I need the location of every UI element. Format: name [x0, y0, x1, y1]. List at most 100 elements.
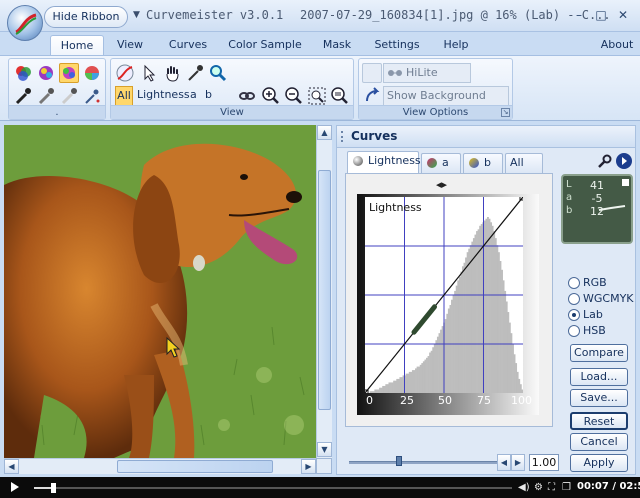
ribbon-group-label-view-options: View Options — [359, 105, 512, 119]
scroll-down-icon[interactable]: ▼ — [317, 442, 332, 457]
image-viewport[interactable] — [4, 125, 316, 458]
close-button[interactable]: ✕ — [614, 6, 632, 24]
curve-editor[interactable]: Lightness 0 25 50 75 100 — [357, 193, 539, 415]
volume-icon[interactable]: ◀) — [518, 482, 530, 493]
tab-color-sample[interactable]: Color Sample — [228, 35, 302, 56]
curve-logo-icon — [15, 13, 37, 35]
mode-lab-radio[interactable]: Lab — [567, 308, 603, 323]
eyedropper-icon[interactable] — [185, 63, 205, 83]
image-vertical-scrollbar[interactable]: ▲ ▼ — [316, 125, 332, 458]
reset-button[interactable]: Reset — [570, 412, 628, 430]
curve-tab-all[interactable]: All — [505, 153, 543, 173]
scroll-up-icon[interactable]: ▲ — [317, 125, 332, 140]
about-link[interactable]: About — [598, 35, 636, 56]
channel-all-button[interactable]: All — [115, 86, 133, 106]
zoom-actual-icon[interactable] — [330, 86, 350, 106]
panel-menu-arrow-icon[interactable] — [616, 153, 632, 169]
link-channels-icon[interactable] — [237, 86, 257, 106]
curve-tab-a[interactable]: a — [421, 153, 461, 173]
quick-access-dropdown-icon[interactable]: ▼ — [133, 10, 140, 20]
horizontal-scroll-thumb[interactable] — [117, 460, 273, 473]
scroll-right-icon[interactable]: ▶ — [301, 459, 316, 474]
color-mix-icon[interactable] — [36, 63, 56, 83]
readout-label-l: L — [566, 179, 572, 190]
tab-home[interactable]: Home — [50, 35, 104, 56]
curve-tab-lightness[interactable]: Lightness — [347, 151, 421, 173]
channel-a-button[interactable]: a — [190, 86, 197, 106]
curve-tab-b[interactable]: b — [463, 153, 503, 173]
gray-eyedropper-icon[interactable] — [36, 86, 56, 106]
slider-decrease-icon[interactable]: ◀ — [497, 454, 511, 471]
scroll-left-icon[interactable]: ◀ — [4, 459, 19, 474]
curve-tick-25: 25 — [400, 394, 414, 407]
mode-rgb-radio[interactable]: RGB — [567, 276, 607, 291]
magnifier-icon[interactable] — [208, 63, 228, 83]
color-picker-mode-icon[interactable] — [59, 63, 79, 83]
color-readout-navigator[interactable]: L a b 41 -5 12 — [561, 174, 633, 244]
tab-curves[interactable]: Curves — [163, 35, 213, 56]
zoom-in-icon[interactable] — [261, 86, 281, 106]
sample-eyedropper-icon[interactable] — [82, 86, 102, 106]
ribbon-group-view: All Lightness a b View — [110, 58, 354, 120]
settings-gear-icon[interactable]: ⚙ — [534, 482, 543, 493]
load-button[interactable]: Load... — [570, 368, 628, 386]
readout-swatch — [622, 179, 629, 186]
ribbon: . All Lightness a b View HiLite Show Bac… — [0, 55, 640, 121]
seek-handle[interactable] — [51, 483, 57, 493]
layers-arrow-icon[interactable] — [362, 86, 382, 106]
hilite-toggle-icon[interactable] — [362, 63, 382, 83]
hilite-curve-button[interactable]: HiLite Curve — [383, 63, 471, 97]
tab-mask[interactable]: Mask — [318, 35, 356, 56]
white-eyedropper-icon[interactable] — [59, 86, 79, 106]
fullscreen-icon[interactable]: ⛶ — [548, 482, 555, 493]
slider-thumb[interactable] — [395, 456, 402, 466]
popout-icon[interactable]: ❐ — [562, 482, 571, 493]
zoom-out-icon[interactable] — [284, 86, 304, 106]
a-channel-icon — [427, 158, 437, 168]
save-button[interactable]: Save... — [570, 389, 628, 407]
mode-lab-label: Lab — [583, 308, 603, 321]
channel-b-button[interactable]: b — [205, 86, 212, 106]
compare-button[interactable]: Compare — [570, 344, 628, 362]
play-icon[interactable] — [11, 482, 19, 492]
hand-icon[interactable] — [162, 63, 182, 83]
mode-wgcmyk-radio[interactable]: WGCMYK — [567, 292, 634, 307]
dialog-launcher-icon[interactable]: ↘ — [501, 108, 510, 117]
image-horizontal-scrollbar[interactable]: ◀ ▶ — [4, 458, 316, 474]
color-channels-icon[interactable] — [13, 63, 33, 83]
curve-pan-arrows-icon[interactable]: ◂▸ — [436, 178, 447, 191]
curve-tab-b-label: b — [484, 156, 491, 169]
show-background-layers-button[interactable]: Show Background Layers — [383, 86, 509, 120]
apply-button[interactable]: Apply — [570, 454, 628, 472]
channel-lightness-button[interactable]: Lightness — [137, 86, 190, 106]
cancel-button[interactable]: Cancel — [570, 433, 628, 451]
zoom-fit-icon[interactable] — [307, 86, 327, 106]
curve-view-icon[interactable] — [115, 63, 135, 83]
app-menu-orb[interactable] — [7, 5, 43, 41]
tab-view[interactable]: View — [112, 35, 148, 56]
curve-graph[interactable] — [361, 193, 527, 397]
document-title: 2007-07-29_160834[1].jpg @ 16% (Lab) - C… — [300, 8, 611, 22]
panel-grip-icon[interactable] — [341, 131, 344, 142]
tab-settings[interactable]: Settings — [370, 35, 424, 56]
mode-hsb-radio[interactable]: HSB — [567, 324, 606, 339]
tab-help[interactable]: Help — [438, 35, 474, 56]
curve-plot-area[interactable]: Lightness — [361, 193, 527, 397]
black-eyedropper-icon[interactable] — [13, 86, 33, 106]
slider-value-field[interactable]: 1.00 — [529, 454, 559, 471]
title-bar: Hide Ribbon ▼ Curvemeister v3.0.1 2007-0… — [0, 0, 640, 32]
maximize-button[interactable]: □ — [592, 6, 610, 24]
seek-bar[interactable] — [34, 487, 512, 489]
curves-panel-header: Curves — [337, 126, 635, 148]
minimize-button[interactable]: – — [570, 6, 588, 24]
hide-ribbon-button[interactable]: Hide Ribbon — [44, 6, 128, 28]
dog-photo — [4, 125, 316, 458]
slider-increase-icon[interactable]: ▶ — [511, 454, 525, 471]
vertical-scroll-thumb[interactable] — [318, 170, 331, 410]
color-wheel-icon[interactable] — [82, 63, 102, 83]
curve-tick-0: 0 — [366, 394, 373, 407]
curve-tab-lightness-label: Lightness — [368, 154, 421, 167]
pointer-icon[interactable] — [139, 63, 159, 83]
slider-track[interactable] — [349, 461, 499, 464]
wrench-icon[interactable] — [596, 154, 612, 170]
